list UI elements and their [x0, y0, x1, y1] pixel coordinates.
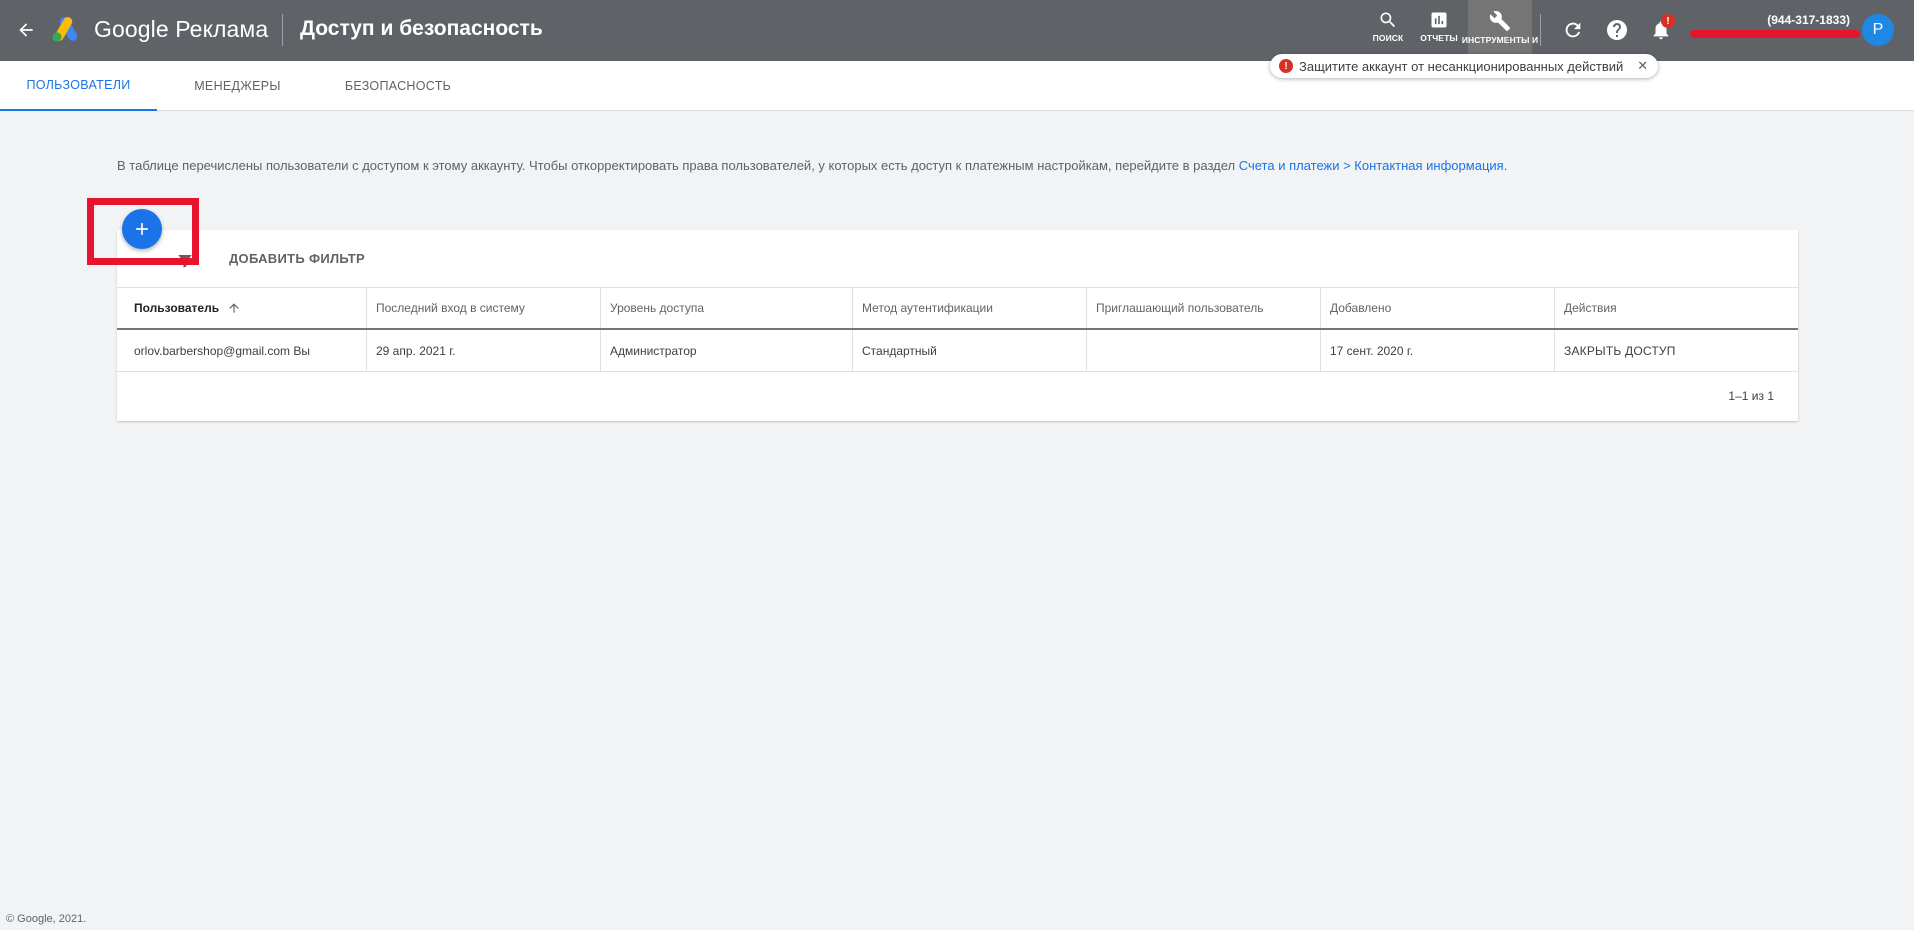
description-end: .	[1503, 158, 1508, 173]
column-header-added[interactable]: Добавлено	[1321, 288, 1555, 328]
users-description: В таблице перечислены пользователи с дос…	[117, 158, 1507, 173]
filter-funnel-icon[interactable]	[176, 252, 194, 275]
plus-icon	[136, 223, 148, 235]
help-icon[interactable]	[1603, 16, 1631, 44]
table-header: Пользователь Последний вход в систему Ур…	[117, 288, 1798, 330]
sort-ascending-icon[interactable]	[227, 301, 241, 315]
footer-copyright: © Google, 2021.	[6, 913, 87, 925]
add-filter-button[interactable]: ДОБАВИТЬ ФИЛЬТР	[229, 251, 365, 266]
alert-text: Защитите аккаунт от несанкционированных …	[1299, 58, 1624, 74]
pagination-info: 1–1 из 1	[1728, 389, 1774, 403]
page-title: Доступ и безопасность	[300, 17, 543, 40]
tab-managers[interactable]: МЕНЕДЖЕРЫ	[180, 61, 295, 111]
brand-name: Google Реклама	[94, 16, 269, 42]
cell-added-date: 17 сент. 2020 г.	[1321, 330, 1555, 371]
cell-auth-method: Стандартный	[853, 330, 1087, 371]
filter-bar: ДОБАВИТЬ ФИЛЬТР	[117, 230, 1798, 288]
table-row: orlov.barbershop@gmail.com Вы 29 апр. 20…	[117, 330, 1798, 372]
column-header-user-label: Пользователь	[134, 301, 220, 315]
tools-tool-label: ИНСТРУМЕНТЫ И	[1461, 35, 1539, 45]
search-icon	[1380, 12, 1396, 28]
back-arrow-icon[interactable]	[10, 14, 42, 46]
cell-last-login: 29 апр. 2021 г.	[367, 330, 601, 371]
toolbar-divider	[1540, 14, 1541, 46]
security-alert-pill[interactable]: ! Защитите аккаунт от несанкционированны…	[1270, 54, 1659, 78]
top-app-bar: Google Реклама Доступ и безопасность ПОИ…	[0, 0, 1914, 61]
cell-inviter	[1087, 330, 1321, 371]
avatar[interactable]: P	[1862, 14, 1894, 46]
cell-user-email: orlov.barbershop@gmail.com Вы	[117, 330, 367, 371]
column-header-auth-method[interactable]: Метод аутентификации	[853, 288, 1087, 328]
account-id[interactable]: (944-317-1833)	[1690, 13, 1850, 27]
cell-access-level[interactable]: Администратор	[601, 330, 853, 371]
revoke-access-button[interactable]: ЗАКРЫТЬ ДОСТУП	[1555, 330, 1798, 371]
google-ads-logo-icon	[50, 15, 82, 43]
alert-icon: !	[1279, 59, 1293, 73]
wrench-icon	[1489, 11, 1511, 32]
description-text: В таблице перечислены пользователи с дос…	[117, 158, 1239, 173]
column-header-inviter[interactable]: Приглашающий пользователь	[1087, 288, 1321, 328]
search-tool-button[interactable]: ПОИСК	[1370, 0, 1406, 61]
column-header-access-level[interactable]: Уровень доступа	[601, 288, 853, 328]
bar-chart-icon	[1431, 12, 1447, 28]
refresh-icon[interactable]	[1559, 16, 1587, 44]
column-header-user[interactable]: Пользователь	[117, 288, 367, 328]
tab-users[interactable]: ПОЛЬЗОВАТЕЛИ	[0, 61, 157, 111]
column-header-actions: Действия	[1564, 301, 1617, 315]
reports-tool-label: ОТЧЕТЫ	[1420, 33, 1458, 43]
column-header-last-login[interactable]: Последний вход в систему	[367, 288, 601, 328]
tab-security[interactable]: БЕЗОПАСНОСТЬ	[338, 61, 458, 111]
notification-badge: !	[1661, 14, 1675, 28]
add-user-button[interactable]	[122, 209, 162, 249]
header-divider	[282, 14, 283, 46]
users-table-card: ДОБАВИТЬ ФИЛЬТР Пользователь Последний в…	[117, 230, 1798, 421]
tools-settings-button[interactable]: ИНСТРУМЕНТЫ И	[1462, 0, 1538, 61]
billing-contact-link[interactable]: Счета и платежи > Контактная информация	[1239, 158, 1504, 173]
reports-tool-button[interactable]: ОТЧЕТЫ	[1420, 0, 1458, 61]
search-tool-label: ПОИСК	[1372, 33, 1404, 43]
close-icon[interactable]: ✕	[1637, 58, 1648, 74]
account-name-redaction	[1690, 30, 1860, 38]
